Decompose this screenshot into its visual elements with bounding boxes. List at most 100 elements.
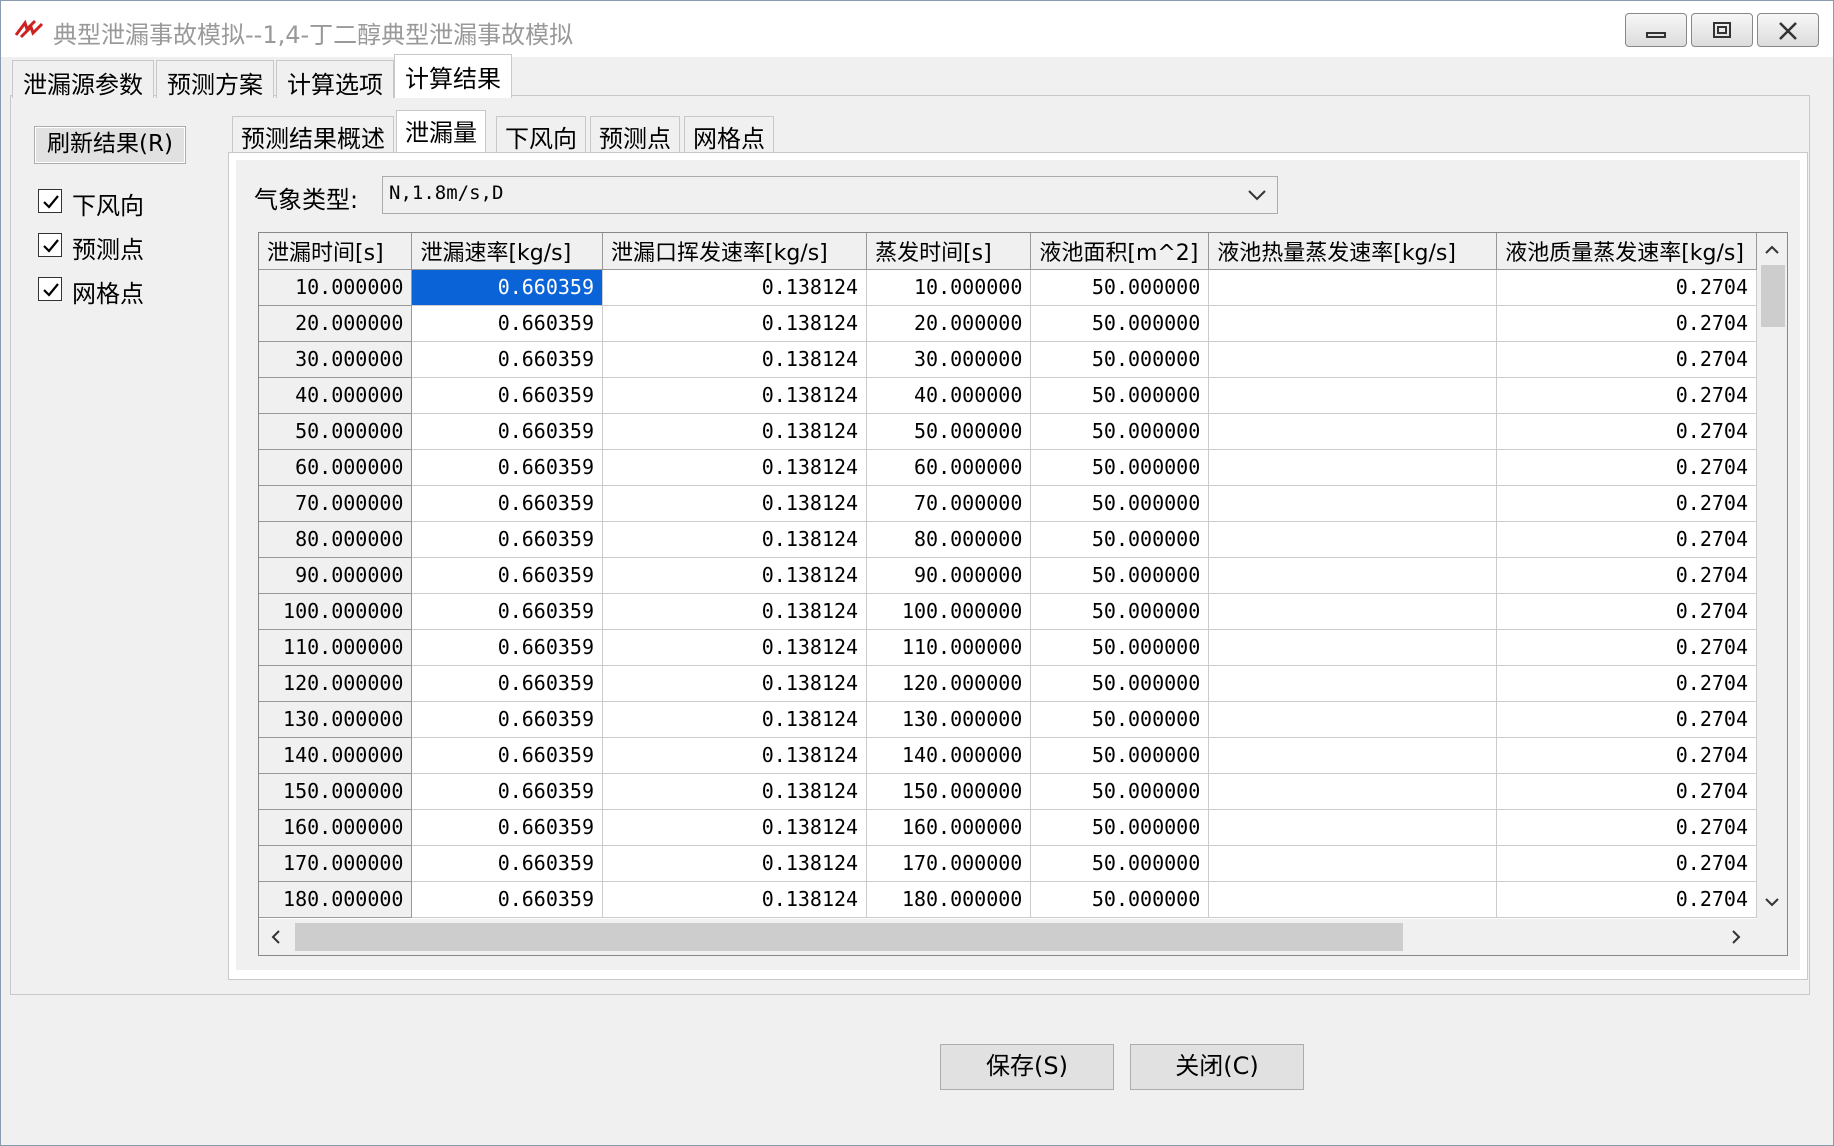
table-cell[interactable]: 80.000000: [866, 521, 1032, 558]
table-cell[interactable]: 0.138124: [602, 593, 868, 630]
tab-leak-source[interactable]: 泄漏源参数: [12, 60, 154, 99]
table-cell[interactable]: 50.000000: [1030, 269, 1210, 306]
row-header-cell[interactable]: 100.000000: [259, 593, 413, 630]
row-header-cell[interactable]: 40.000000: [259, 377, 413, 414]
table-cell[interactable]: 50.000000: [1030, 881, 1210, 918]
table-cell[interactable]: 0.2704: [1496, 413, 1757, 450]
table-cell[interactable]: 50.000000: [1030, 377, 1210, 414]
scroll-down-icon[interactable]: [1757, 887, 1787, 917]
table-cell[interactable]: 0.138124: [602, 737, 868, 774]
horizontal-scroll-thumb[interactable]: [295, 923, 1403, 951]
column-header[interactable]: 泄漏口挥发速率[kg/s]: [602, 233, 868, 270]
subtab-summary[interactable]: 预测结果概述: [232, 116, 394, 153]
table-cell[interactable]: 0.138124: [602, 521, 868, 558]
table-row[interactable]: 50.000000 0.660359 0.138124 50.000000 50.000…: [259, 413, 1757, 450]
table-cell[interactable]: 50.000000: [1030, 629, 1210, 666]
table-cell[interactable]: 0.2704: [1496, 629, 1757, 666]
table-cell[interactable]: 0.660359: [411, 557, 604, 594]
table-cell[interactable]: [1208, 521, 1498, 558]
table-row[interactable]: 160.000000 0.660359 0.138124 160.000000 50.0…: [259, 809, 1757, 846]
table-cell[interactable]: 0.660359: [411, 701, 604, 738]
column-header[interactable]: 液池质量蒸发速率[kg/s]: [1496, 233, 1757, 270]
table-cell[interactable]: 0.660359: [411, 737, 604, 774]
row-header-cell[interactable]: 140.000000: [259, 737, 413, 774]
table-cell[interactable]: 0.138124: [602, 377, 868, 414]
column-header[interactable]: 泄漏时间[s]: [259, 233, 413, 270]
subtab-downwind[interactable]: 下风向: [496, 116, 586, 153]
vertical-scroll-thumb[interactable]: [1761, 265, 1785, 327]
table-cell[interactable]: 0.660359: [411, 413, 604, 450]
table-cell[interactable]: 0.660359: [411, 593, 604, 630]
table-cell[interactable]: 0.660359: [411, 341, 604, 378]
table-cell[interactable]: 0.138124: [602, 773, 868, 810]
results-grid[interactable]: 泄漏时间[s] 泄漏速率[kg/s] 泄漏口挥发速率[kg/s] 蒸发时间[s] 液池面…: [258, 232, 1788, 956]
table-cell[interactable]: 0.138124: [602, 557, 868, 594]
subtab-predict-points[interactable]: 预测点: [590, 116, 680, 153]
table-row[interactable]: 90.000000 0.660359 0.138124 90.000000 50.000…: [259, 557, 1757, 594]
table-cell[interactable]: 130.000000: [866, 701, 1032, 738]
table-cell[interactable]: 0.2704: [1496, 773, 1757, 810]
table-cell[interactable]: 110.000000: [866, 629, 1032, 666]
table-cell[interactable]: 100.000000: [866, 593, 1032, 630]
table-cell[interactable]: 10.000000: [866, 269, 1032, 306]
table-cell[interactable]: 120.000000: [866, 665, 1032, 702]
table-cell[interactable]: [1208, 269, 1498, 306]
table-cell[interactable]: 60.000000: [866, 449, 1032, 486]
column-header[interactable]: 蒸发时间[s]: [866, 233, 1032, 270]
table-cell[interactable]: 50.000000: [1030, 305, 1210, 342]
row-header-cell[interactable]: 180.000000: [259, 881, 413, 918]
close-button[interactable]: 关闭(C): [1130, 1044, 1304, 1090]
table-row[interactable]: 40.000000 0.660359 0.138124 40.000000 50.000…: [259, 377, 1757, 414]
table-cell[interactable]: 0.2704: [1496, 845, 1757, 882]
table-cell[interactable]: 0.2704: [1496, 665, 1757, 702]
vertical-scrollbar[interactable]: [1757, 233, 1787, 919]
weather-type-select[interactable]: N,1.8m/s,D: [382, 176, 1278, 214]
table-cell[interactable]: [1208, 701, 1498, 738]
table-row[interactable]: 20.000000 0.660359 0.138124 20.000000 50.000…: [259, 305, 1757, 342]
table-cell[interactable]: 0.138124: [602, 629, 868, 666]
table-cell[interactable]: 180.000000: [866, 881, 1032, 918]
table-cell[interactable]: 0.2704: [1496, 701, 1757, 738]
table-cell[interactable]: 0.2704: [1496, 341, 1757, 378]
table-cell[interactable]: [1208, 305, 1498, 342]
table-cell[interactable]: 0.138124: [602, 341, 868, 378]
scroll-left-icon[interactable]: [261, 919, 291, 955]
table-cell[interactable]: 50.000000: [1030, 665, 1210, 702]
table-row[interactable]: 10.000000 0.660359 0.138124 10.000000 50.000…: [259, 269, 1757, 306]
table-cell[interactable]: [1208, 593, 1498, 630]
table-cell[interactable]: [1208, 809, 1498, 846]
table-cell[interactable]: 50.000000: [1030, 341, 1210, 378]
table-cell[interactable]: 0.138124: [602, 413, 868, 450]
row-header-cell[interactable]: 70.000000: [259, 485, 413, 522]
table-cell[interactable]: [1208, 413, 1498, 450]
table-cell[interactable]: 0.2704: [1496, 449, 1757, 486]
table-cell[interactable]: [1208, 341, 1498, 378]
table-cell[interactable]: 0.138124: [602, 305, 868, 342]
checkbox[interactable]: [38, 277, 62, 301]
table-cell[interactable]: 0.660359: [411, 665, 604, 702]
row-header-cell[interactable]: 120.000000: [259, 665, 413, 702]
scroll-up-icon[interactable]: [1757, 235, 1787, 265]
table-cell[interactable]: 0.660359: [411, 485, 604, 522]
table-cell[interactable]: 0.2704: [1496, 485, 1757, 522]
table-cell[interactable]: 0.138124: [602, 701, 868, 738]
subtab-grid-points[interactable]: 网格点: [684, 116, 774, 153]
table-cell[interactable]: 0.2704: [1496, 881, 1757, 918]
table-cell[interactable]: 50.000000: [1030, 737, 1210, 774]
table-row[interactable]: 150.000000 0.660359 0.138124 150.000000 50.0…: [259, 773, 1757, 810]
table-cell[interactable]: 0.2704: [1496, 557, 1757, 594]
maximize-button[interactable]: [1691, 13, 1753, 47]
table-row[interactable]: 30.000000 0.660359 0.138124 30.000000 50.000…: [259, 341, 1757, 378]
table-cell[interactable]: 50.000000: [1030, 773, 1210, 810]
row-header-cell[interactable]: 170.000000: [259, 845, 413, 882]
table-cell[interactable]: [1208, 557, 1498, 594]
column-header[interactable]: 液池热量蒸发速率[kg/s]: [1208, 233, 1498, 270]
row-header-cell[interactable]: 60.000000: [259, 449, 413, 486]
row-header-cell[interactable]: 10.000000: [259, 269, 413, 306]
table-cell[interactable]: 70.000000: [866, 485, 1032, 522]
table-cell[interactable]: 0.660359: [411, 305, 604, 342]
table-cell[interactable]: 0.2704: [1496, 809, 1757, 846]
table-row[interactable]: 60.000000 0.660359 0.138124 60.000000 50.000…: [259, 449, 1757, 486]
tab-plan[interactable]: 预测方案: [156, 60, 274, 99]
table-row[interactable]: 100.000000 0.660359 0.138124 100.000000 50.0…: [259, 593, 1757, 630]
